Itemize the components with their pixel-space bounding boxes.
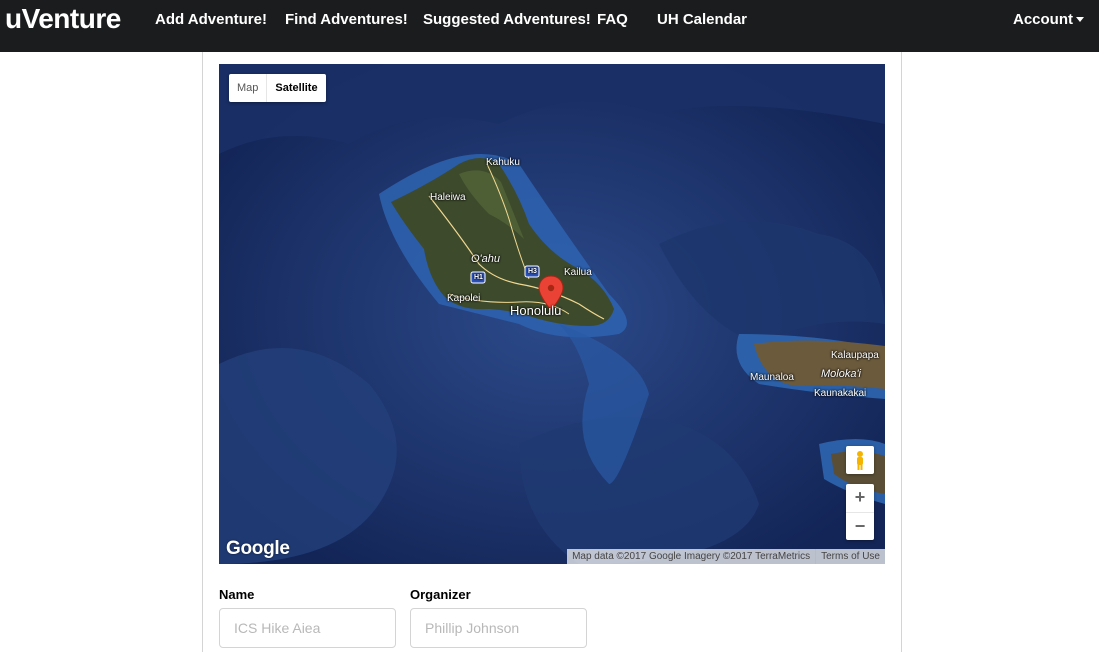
- map-attribution: Map data ©2017 Google Imagery ©2017 Terr…: [567, 549, 885, 564]
- pegman-icon[interactable]: [846, 446, 874, 474]
- organizer-input[interactable]: [410, 608, 587, 648]
- zoom-control: + −: [846, 484, 874, 540]
- place-label-kahuku: Kahuku: [486, 157, 520, 168]
- map-type-control: Map Satellite: [229, 74, 326, 102]
- place-label-kapolei: Kapolei: [447, 293, 481, 304]
- top-navbar: uVenture Add Adventure! Find Adventures!…: [0, 0, 1099, 52]
- nav-add-adventure[interactable]: Add Adventure!: [155, 11, 267, 28]
- organizer-label: Organizer: [410, 587, 471, 602]
- place-label-kalaupapa: Kalaupapa: [831, 350, 879, 361]
- google-logo[interactable]: Google: [226, 538, 290, 560]
- name-input[interactable]: [219, 608, 396, 648]
- nav-suggested-adventures[interactable]: Suggested Adventures!: [423, 11, 591, 28]
- terms-of-use-link[interactable]: Terms of Use: [815, 549, 885, 564]
- map-attribution-text: Map data ©2017 Google Imagery ©2017 Terr…: [572, 551, 811, 562]
- place-label-kailua: Kailua: [564, 267, 592, 278]
- map-type-map-button[interactable]: Map: [229, 74, 266, 102]
- caret-down-icon[interactable]: [1076, 17, 1084, 22]
- map-type-satellite-button[interactable]: Satellite: [266, 74, 325, 102]
- place-label-oahu: O'ahu: [471, 253, 501, 265]
- nav-faq[interactable]: FAQ: [597, 11, 628, 28]
- map-view[interactable]: Map Satellite Kahuku Haleiwa O'ahu Kailu…: [219, 64, 885, 564]
- highway-label-h1: H1: [474, 274, 483, 281]
- place-label-molokai: Moloka'i: [821, 368, 862, 380]
- zoom-in-button[interactable]: +: [846, 484, 874, 512]
- place-label-haleiwa: Haleiwa: [430, 192, 466, 203]
- place-label-kaunakakai: Kaunakakai: [814, 388, 867, 399]
- place-label-honolulu: Honolulu: [510, 303, 562, 318]
- brand-logo[interactable]: uVenture: [5, 3, 121, 35]
- highway-label-h3: H3: [528, 268, 537, 275]
- nav-uh-calendar[interactable]: UH Calendar: [657, 11, 747, 28]
- account-menu[interactable]: Account: [1013, 11, 1073, 28]
- name-label: Name: [219, 587, 255, 602]
- place-label-maunaloa: Maunaloa: [750, 372, 794, 383]
- nav-find-adventures[interactable]: Find Adventures!: [285, 11, 408, 28]
- zoom-out-button[interactable]: −: [846, 512, 874, 540]
